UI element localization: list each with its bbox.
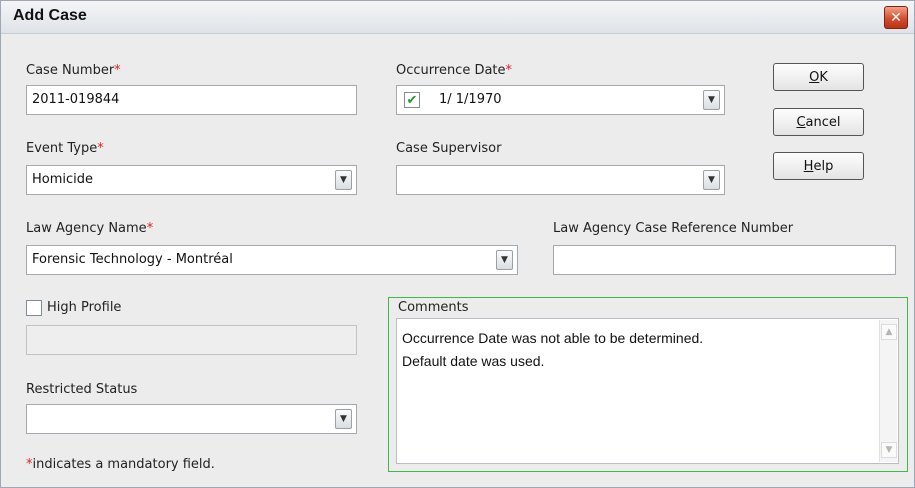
chevron-down-icon: ▼: [340, 175, 347, 185]
law-agency-name-value: Forensic Technology - Montréal: [32, 252, 233, 267]
comments-scrollbar[interactable]: ▲ ▼: [879, 320, 897, 462]
high-profile-label[interactable]: High Profile: [47, 300, 121, 315]
cancel-mnemonic: C: [796, 114, 806, 130]
mandatory-field-note-text: indicates a mandatory field.: [32, 457, 215, 472]
law-agency-name-label-text: Law Agency Name: [26, 221, 147, 236]
chevron-down-icon: ▼: [708, 95, 715, 105]
law-agency-ref-label: Law Agency Case Reference Number: [553, 221, 793, 236]
law-agency-name-label: Law Agency Name*: [26, 221, 153, 236]
scroll-up-glyph: ▲: [885, 327, 893, 337]
case-supervisor-select[interactable]: ▼: [396, 165, 725, 195]
checkmark-icon: ✔: [406, 92, 418, 108]
occurrence-date-picker[interactable]: ✔ 1/ 1/1970 ▼: [396, 85, 725, 115]
help-mnemonic: H: [803, 158, 814, 174]
chevron-down-icon: ▼: [501, 255, 508, 265]
high-profile-label-text: High Profile: [47, 300, 122, 315]
window-title: Add Case: [13, 7, 87, 24]
help-button[interactable]: Help: [773, 152, 864, 180]
law-agency-name-select[interactable]: Forensic Technology - Montréal ▼: [26, 245, 518, 275]
chevron-down-icon: ▼: [708, 175, 715, 185]
required-marker: *: [97, 141, 104, 156]
comments-label: Comments: [398, 300, 469, 315]
occurrence-date-label: Occurrence Date*: [396, 63, 512, 78]
scroll-down-glyph: ▼: [885, 445, 893, 455]
case-number-label: Case Number*: [26, 63, 121, 78]
required-marker: *: [146, 221, 154, 236]
occurrence-date-value: 1/ 1/1970: [439, 92, 502, 107]
occurrence-date-label-text: Occurrence Date: [396, 63, 506, 78]
case-number-value: 2011-019844: [32, 92, 120, 107]
chevron-down-icon: ▼: [340, 414, 347, 424]
restricted-status-select[interactable]: ▼: [26, 404, 357, 434]
law-agency-ref-input[interactable]: [553, 245, 896, 275]
event-type-value: Homicide: [32, 172, 94, 187]
help-label: elp: [813, 158, 834, 174]
cancel-label: ancel: [805, 114, 841, 130]
high-profile-checkbox[interactable]: [26, 300, 42, 316]
law-agency-ref-label-text: Law Agency Case Reference Number: [553, 221, 794, 236]
mandatory-field-note: *indicates a mandatory field.: [26, 457, 215, 472]
add-case-dialog: Add Case ✕ Case Number* 2011-019844 Occu…: [0, 0, 915, 488]
comments-textarea[interactable]: Occurrence Date was not able to be deter…: [396, 318, 899, 464]
restricted-status-label-text: Restricted Status: [26, 382, 138, 397]
required-marker: *: [505, 63, 513, 78]
comments-text: Occurrence Date was not able to be deter…: [402, 330, 704, 369]
restricted-status-dropdown-button[interactable]: ▼: [335, 409, 352, 429]
ok-mnemonic: O: [809, 69, 820, 85]
cancel-button[interactable]: Cancel: [773, 108, 864, 136]
case-supervisor-dropdown-button[interactable]: ▼: [703, 170, 720, 190]
event-type-label: Event Type*: [26, 141, 104, 156]
event-type-label-text: Event Type: [26, 141, 98, 156]
required-marker: *: [114, 63, 121, 78]
close-button[interactable]: ✕: [884, 6, 908, 29]
case-supervisor-label-text: Case Supervisor: [396, 141, 502, 156]
title-bar[interactable]: Add Case ✕: [1, 1, 914, 34]
restricted-status-label: Restricted Status: [26, 382, 137, 397]
scroll-down-icon[interactable]: ▼: [881, 442, 897, 458]
case-number-label-text: Case Number: [26, 63, 115, 78]
comments-group: Comments Occurrence Date was not able to…: [388, 297, 908, 472]
case-supervisor-label: Case Supervisor: [396, 141, 501, 156]
scroll-up-icon[interactable]: ▲: [881, 324, 897, 340]
occurrence-date-dropdown-button[interactable]: ▼: [703, 90, 720, 110]
event-type-select[interactable]: Homicide ▼: [26, 165, 357, 195]
case-number-input[interactable]: 2011-019844: [26, 85, 357, 115]
event-type-dropdown-button[interactable]: ▼: [335, 170, 352, 190]
close-icon: ✕: [890, 9, 902, 26]
ok-button[interactable]: OK: [773, 63, 864, 91]
law-agency-name-dropdown-button[interactable]: ▼: [496, 250, 513, 270]
ok-label: K: [819, 69, 828, 85]
occurrence-date-checkbox[interactable]: ✔: [404, 92, 420, 108]
high-profile-detail-field: [26, 325, 357, 355]
